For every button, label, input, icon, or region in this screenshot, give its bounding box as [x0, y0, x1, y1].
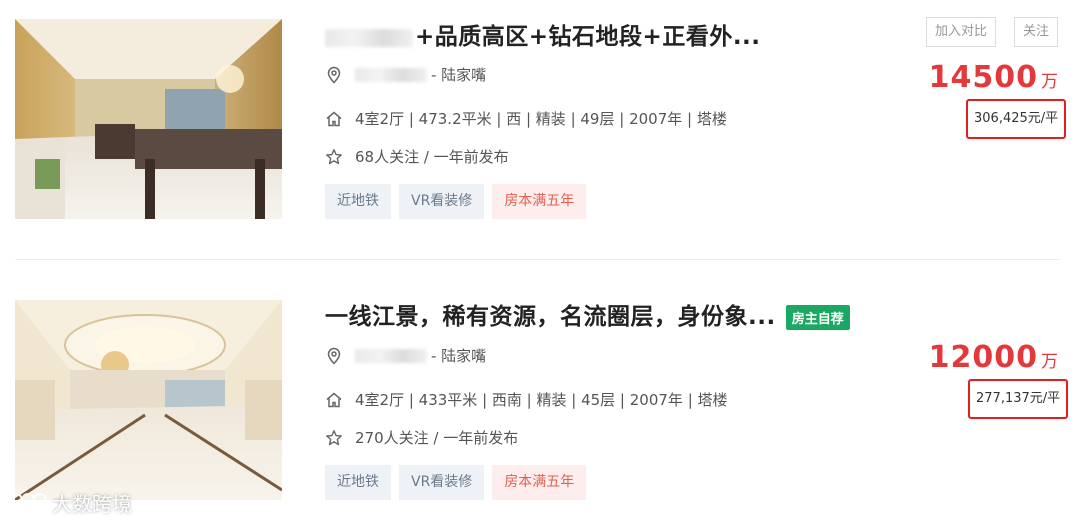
follow-stats: 68人关注 / 一年前发布 [355, 148, 509, 166]
listing-card-1[interactable]: +品质高区+钻石地段+正看外... - 陆家嘴 4室2厅 | 473.2平米 |… [0, 0, 1080, 258]
listing-photo[interactable] [15, 300, 282, 500]
listing-title[interactable]: +品质高区+钻石地段+正看外... [325, 17, 761, 51]
house-icon [325, 110, 343, 128]
listing-card-2[interactable]: 一线江景，稀有资源，名流圈层，身份象... 房主自荐 - 陆家嘴 4室2厅 | 4… [0, 282, 1080, 522]
tag-five-years: 房本满五年 [492, 465, 587, 500]
stats-row: 270人关注 / 一年前发布 [325, 427, 518, 448]
district-link[interactable]: - 陆家嘴 [431, 345, 486, 366]
blurred-community-name[interactable] [355, 348, 427, 363]
location-pin-icon [325, 347, 343, 365]
listing-photo[interactable] [15, 19, 282, 219]
listing-title-text[interactable]: +品质高区+钻石地段+正看外... [415, 24, 761, 50]
blurred-title-prefix [325, 28, 413, 47]
location-pin-icon [325, 66, 343, 84]
tag-list: 近地铁 VR看装修 房本满五年 [325, 465, 587, 500]
district-link[interactable]: - 陆家嘴 [431, 64, 486, 85]
tag-five-years: 房本满五年 [492, 184, 587, 219]
watermark-text: 大数跨境 [52, 492, 132, 516]
owner-recommend-badge: 房主自荐 [785, 305, 850, 330]
listing-specs: 4室2厅 | 473.2平米 | 西 | 精装 | 49层 | 2007年 | … [355, 110, 727, 128]
price-value: 14500 [928, 60, 1038, 95]
listing-specs: 4室2厅 | 433平米 | 西南 | 精装 | 45层 | 2007年 | 塔… [355, 391, 728, 409]
star-icon [325, 148, 343, 166]
listing-title-text[interactable]: 一线江景，稀有资源，名流圈层，身份象... [325, 304, 776, 330]
specs-row: 4室2厅 | 473.2平米 | 西 | 精装 | 49层 | 2007年 | … [325, 108, 727, 129]
add-compare-button[interactable]: 加入对比 [926, 17, 997, 47]
follow-stats: 270人关注 / 一年前发布 [355, 429, 519, 447]
price-value: 12000 [928, 340, 1038, 375]
blurred-community-name[interactable] [355, 67, 427, 82]
watermark: 大数跨境 [8, 488, 132, 517]
tag-near-subway: 近地铁 [325, 184, 391, 219]
specs-row: 4室2厅 | 433平米 | 西南 | 精装 | 45层 | 2007年 | 塔… [325, 389, 728, 410]
listing-divider [15, 259, 1060, 260]
price-unit: 万 [1041, 72, 1058, 92]
stats-row: 68人关注 / 一年前发布 [325, 146, 509, 167]
tag-vr: VR看装修 [399, 465, 485, 500]
unit-price: 306,425元/平 [966, 99, 1067, 139]
location-row: - 陆家嘴 [325, 64, 486, 85]
house-icon [325, 391, 343, 409]
star-icon [325, 429, 343, 447]
price-unit: 万 [1041, 352, 1058, 372]
follow-button[interactable]: 关注 [1014, 17, 1059, 47]
listing-title[interactable]: 一线江景，稀有资源，名流圈层，身份象... 房主自荐 [325, 297, 850, 331]
tag-list: 近地铁 VR看装修 房本满五年 [325, 184, 587, 219]
total-price: 14500 万 [929, 60, 1058, 95]
total-price: 12000 万 [929, 340, 1058, 375]
location-row: - 陆家嘴 [325, 345, 486, 366]
unit-price: 277,137元/平 [968, 379, 1069, 419]
tag-vr: VR看装修 [399, 184, 485, 219]
watermark-logo-icon [8, 489, 48, 516]
tag-near-subway: 近地铁 [325, 465, 391, 500]
